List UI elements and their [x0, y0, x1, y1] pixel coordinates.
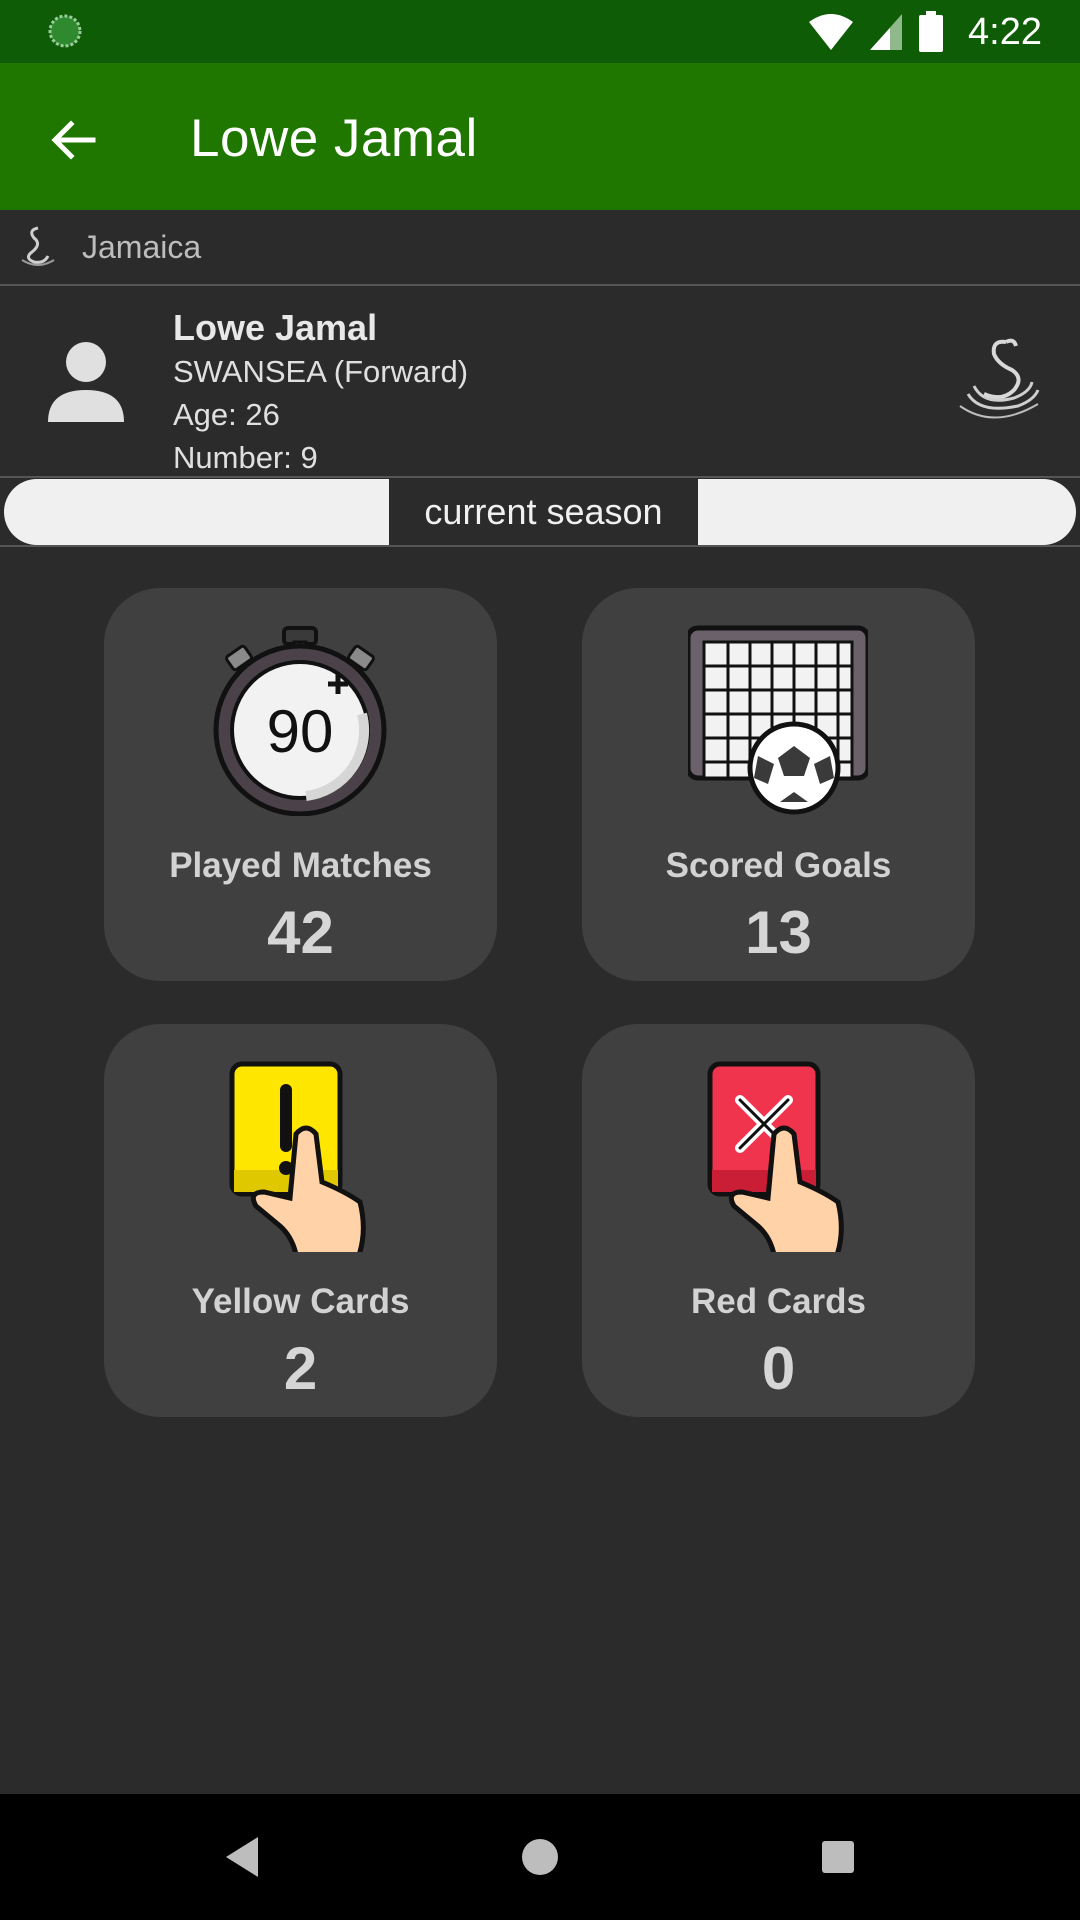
country-name: Jamaica: [82, 229, 202, 265]
nav-back-button[interactable]: [214, 1829, 270, 1885]
navigation-bar: [0, 1794, 1080, 1920]
signal-icon: [870, 14, 903, 50]
country-row: Jamaica: [0, 210, 1080, 286]
stat-value: 42: [267, 899, 334, 966]
nav-home-icon: [522, 1839, 558, 1875]
player-card: Lowe Jamal SWANSEA (Forward) Age: 26 Num…: [0, 288, 1080, 478]
swansea-city-afc-logo: [959, 338, 1040, 419]
tab-current-season[interactable]: current season: [389, 479, 698, 545]
season-switch[interactable]: current season: [4, 479, 1076, 545]
stat-scored-goals: Scored Goals 13: [582, 588, 975, 981]
stat-value: 13: [745, 899, 812, 966]
nav-recents-icon: [822, 1841, 854, 1873]
yellow-card-icon: [229, 1061, 366, 1252]
player-age: Age: 26: [173, 397, 280, 432]
battery-icon: [919, 11, 944, 52]
player-club-position: SWANSEA (Forward): [173, 354, 469, 389]
status-time: 4:22: [968, 10, 1042, 53]
stat-label: Played Matches: [169, 846, 432, 885]
player-name: Lowe Jamal: [173, 307, 378, 348]
back-button[interactable]: [36, 103, 110, 177]
wifi-icon: [809, 14, 854, 50]
goal-net-ball-icon: [688, 625, 868, 815]
stopwatch-90-icon: 90: [213, 626, 387, 816]
red-card-icon: [707, 1061, 844, 1252]
stat-value: 0: [761, 1335, 796, 1402]
stat-yellow-cards: Yellow Cards 2: [104, 1024, 497, 1417]
player-number: Number: 9: [173, 440, 318, 475]
nav-home-button[interactable]: [512, 1829, 568, 1885]
page-title: Lowe Jamal: [190, 109, 478, 168]
loading-icon: [48, 14, 82, 48]
svg-text:90: 90: [267, 698, 334, 765]
stat-value: 2: [283, 1335, 318, 1402]
stat-label: Red Cards: [690, 1282, 867, 1321]
swansea-badge-icon: [21, 226, 55, 266]
stat-red-cards: Red Cards 0: [582, 1024, 975, 1417]
stat-played-matches: 90 Played Matches 42: [104, 588, 497, 981]
player-info: Lowe Jamal SWANSEA (Forward) Age: 26 Num…: [173, 306, 468, 479]
stat-label: Yellow Cards: [191, 1282, 410, 1321]
stat-label: Scored Goals: [665, 846, 892, 885]
status-icons: 4:22: [808, 8, 1042, 56]
season-selector: current season: [0, 479, 1080, 547]
nav-recents-button[interactable]: [810, 1829, 866, 1885]
person-icon: [48, 342, 124, 422]
nav-back-icon: [226, 1837, 258, 1877]
app-bar: Lowe Jamal: [0, 63, 1080, 210]
arrow-back-icon: [51, 120, 96, 160]
status-bar: 4:22: [0, 0, 1080, 63]
